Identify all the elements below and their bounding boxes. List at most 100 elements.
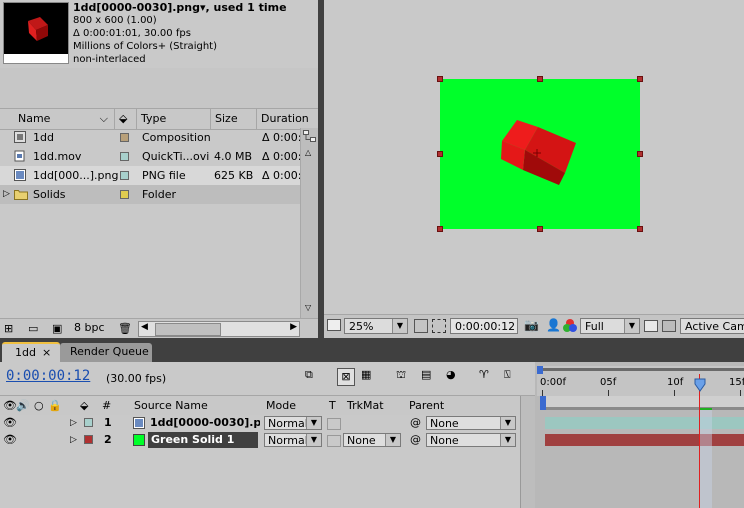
transform-handle[interactable] (437, 226, 443, 232)
blend-mode-select[interactable]: Normal ▼ (264, 433, 322, 447)
snapshot-icon[interactable]: 📷 (524, 318, 539, 332)
video-switch-icon[interactable]: 👁 (3, 396, 17, 416)
work-area-bar[interactable] (540, 396, 744, 410)
sort-chevron-icon[interactable]: ⌵ (100, 109, 108, 129)
hide-shy-layers-icon[interactable]: ⛫ (396, 368, 414, 386)
layer-scrollbar[interactable] (520, 396, 536, 508)
tab-composition-1dd[interactable]: 1dd × (2, 342, 60, 362)
source-name-header[interactable]: Source Name (134, 396, 208, 416)
expand-triangle-icon[interactable]: ▷ (70, 432, 77, 448)
graph-editor-icon[interactable]: ♈ (479, 368, 497, 386)
label-swatch[interactable] (120, 171, 129, 180)
zoom-select[interactable]: 25% ▼ (344, 318, 408, 334)
navigator-start-handle[interactable] (537, 366, 543, 374)
scroll-down-icon[interactable]: ▽ (305, 303, 311, 312)
label-swatch[interactable] (120, 152, 129, 161)
time-navigator-bar[interactable] (537, 368, 744, 371)
transform-handle[interactable] (437, 151, 443, 157)
scroll-left-icon[interactable]: ◀ (141, 322, 148, 332)
comp-mini-flowchart-icon[interactable]: ⧉ (305, 368, 323, 386)
resolution-select[interactable]: Full ▼ (580, 318, 640, 334)
label-tag-icon[interactable]: ⬙ (80, 396, 88, 416)
parent-header[interactable]: Parent (409, 396, 444, 416)
brainstorm-icon[interactable]: ⍂ (504, 368, 522, 386)
red-cube-layer[interactable] (440, 79, 640, 229)
layer-label-swatch[interactable] (84, 418, 93, 427)
column-duration-header[interactable]: Duration (256, 109, 318, 129)
current-time-display[interactable]: 0:00:00:12 (6, 368, 90, 384)
mode-header[interactable]: Mode (266, 396, 296, 416)
project-item-composition[interactable]: 1dd Composition Δ 0:00: (0, 128, 300, 147)
project-horizontal-scrollbar[interactable]: ◀ ▶ (138, 321, 300, 337)
transform-handle[interactable] (537, 76, 543, 82)
trash-icon[interactable]: 🗑 (118, 322, 132, 335)
playhead-line[interactable] (699, 374, 700, 508)
chevron-down-icon[interactable]: ▼ (500, 434, 515, 446)
chevron-down-icon[interactable]: ▼ (392, 319, 407, 333)
scroll-thumb[interactable] (155, 323, 221, 336)
chevron-down-icon[interactable]: ▼ (500, 417, 515, 429)
transform-handle[interactable] (637, 76, 643, 82)
frame-blending-icon[interactable]: ▤ (421, 368, 439, 386)
chevron-down-icon[interactable]: ▼ (306, 434, 321, 446)
layer-1-duration-bar[interactable] (545, 417, 744, 429)
layer-row-2[interactable]: 👁 ▷ 2 Green Solid 1 Normal ▼ None ▼ @ No… (0, 432, 535, 448)
eye-icon[interactable]: 👁 (3, 432, 17, 448)
expand-triangle-icon[interactable]: ▷ (3, 185, 10, 204)
project-item-image-sequence[interactable]: 1dd[000...].png PNG file 625 KB Δ 0:00: (0, 166, 300, 185)
project-item-footage[interactable]: 1dd.mov QuickTi...ovie 4.0 MB Δ 0:00: (0, 147, 300, 166)
pickwhip-icon[interactable]: @ (410, 432, 421, 448)
transform-handle[interactable] (637, 226, 643, 232)
flowchart-icon[interactable] (303, 130, 316, 142)
composition-frame[interactable] (437, 76, 643, 232)
mask-visibility-icon[interactable] (432, 319, 446, 333)
transparency-grid-icon[interactable] (662, 320, 676, 332)
transform-handle[interactable] (637, 151, 643, 157)
label-column-header[interactable]: ⬙ (114, 109, 136, 129)
pickwhip-icon[interactable]: @ (410, 415, 421, 431)
scroll-right-icon[interactable]: ▶ (290, 322, 297, 332)
solo-switch-icon[interactable]: ○ (34, 396, 44, 416)
parent-select[interactable]: None ▼ (426, 416, 516, 430)
new-composition-icon[interactable]: ▣ (52, 322, 64, 335)
blend-mode-select[interactable]: Normal ▼ (264, 416, 322, 430)
layer-label-swatch[interactable] (84, 435, 93, 444)
project-scrollbar[interactable]: △ ▽ (300, 128, 318, 318)
region-of-interest-icon[interactable] (644, 320, 658, 332)
safe-zones-icon[interactable] (414, 319, 428, 333)
layer-source-name[interactable]: Green Solid 1 (148, 432, 258, 448)
interpret-footage-icon[interactable]: ⊞ (4, 322, 16, 335)
always-preview-icon[interactable] (327, 319, 341, 331)
live-update-icon[interactable]: ⊠ (337, 368, 355, 386)
bit-depth-label[interactable]: 8 bpc (74, 321, 105, 334)
current-time-field[interactable]: 0:00:00:12 (450, 318, 518, 334)
transform-handle[interactable] (437, 76, 443, 82)
layer-source-name[interactable]: 1dd[0000-0030].p (150, 415, 260, 431)
chevron-down-icon[interactable]: ▼ (624, 319, 639, 333)
show-snapshot-icon[interactable]: 👤 (546, 318, 561, 332)
tab-render-queue[interactable]: Render Queue (60, 343, 152, 362)
chevron-down-icon[interactable]: ▼ (385, 434, 400, 446)
parent-select[interactable]: None ▼ (426, 433, 516, 447)
audio-switch-icon[interactable]: 🔊 (16, 396, 30, 416)
track-matte-t-header[interactable]: T (329, 396, 336, 416)
track-matte-select[interactable]: None ▼ (343, 433, 401, 447)
expand-triangle-icon[interactable]: ▷ (70, 415, 77, 431)
color-channels-icon[interactable] (562, 318, 578, 333)
label-swatch[interactable] (120, 133, 129, 142)
lock-switch-icon[interactable]: 🔒 (48, 396, 62, 416)
composition-viewer[interactable] (324, 0, 744, 314)
column-name-header[interactable]: Name ⌵ (14, 109, 114, 129)
preserve-transparency-box[interactable] (327, 435, 341, 447)
column-size-header[interactable]: Size (210, 109, 256, 129)
draft-3d-icon[interactable]: ▦ (361, 368, 379, 386)
new-folder-icon[interactable]: ▭ (28, 322, 40, 335)
layer-2-duration-bar[interactable] (545, 434, 744, 446)
scroll-up-icon[interactable]: △ (305, 148, 311, 157)
camera-select[interactable]: Active Came (680, 318, 744, 334)
preserve-transparency-box[interactable] (327, 418, 341, 430)
layer-row-1[interactable]: 👁 ▷ 1 1dd[0000-0030].p Normal ▼ @ None ▼ (0, 415, 535, 431)
label-swatch[interactable] (120, 190, 129, 199)
project-item-folder-solids[interactable]: ▷ Solids Folder (0, 185, 300, 204)
trkmat-header[interactable]: TrkMat (347, 396, 384, 416)
